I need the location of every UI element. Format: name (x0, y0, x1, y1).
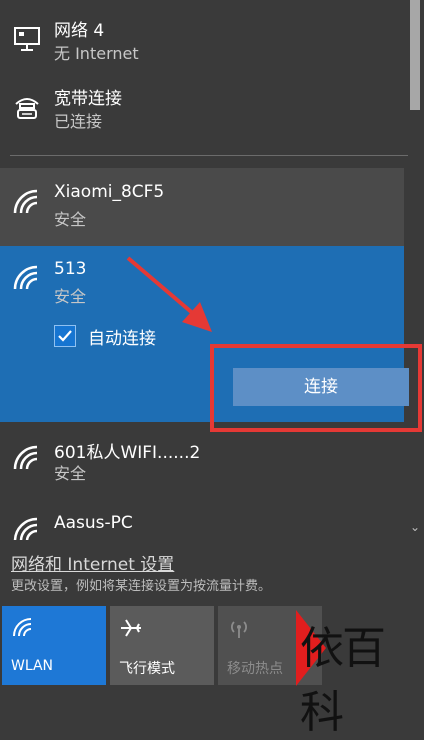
wifi-icon (13, 265, 38, 290)
network-name: 宽带连接 (54, 89, 122, 109)
auto-connect-label: 自动连接 (88, 329, 156, 349)
network-status: 已连接 (54, 112, 103, 131)
checkmark-icon (58, 330, 72, 342)
wifi-icon (13, 517, 38, 540)
wifi-name: Xiaomi_8CF5 (54, 182, 165, 202)
network-item-broadband[interactable]: 宽带连接 已连接 (0, 82, 404, 132)
network-name: 网络 4 (54, 21, 105, 41)
dialup-icon (15, 98, 39, 119)
wifi-status: 安全 (54, 287, 87, 306)
hotspot-icon (231, 621, 247, 638)
network-status: 无 Internet (54, 44, 139, 63)
wifi-icon (13, 618, 32, 637)
scroll-down-icon[interactable]: ⌄ (410, 520, 420, 534)
scrollbar-thumb[interactable] (410, 0, 420, 110)
wifi-item-xiaomi[interactable]: Xiaomi_8CF5 安全 (0, 168, 404, 246)
wifi-name: Aasus-PC (54, 513, 133, 533)
ethernet-icon (14, 27, 40, 51)
wifi-status: 安全 (54, 464, 87, 483)
network-item-ethernet[interactable]: 网络 4 无 Internet (0, 14, 404, 64)
wifi-status: 安全 (54, 210, 87, 229)
network-settings-link[interactable]: 网络和 Internet 设置 (11, 550, 174, 575)
network-flyout: 网络 4 无 Internet 宽带连接 已连接 Xiaomi_8CF5 安全 … (0, 0, 424, 738)
quick-action-airplane[interactable]: 飞行模式 (110, 606, 214, 685)
divider (10, 155, 408, 156)
highlight-box (210, 344, 422, 432)
wifi-icon (13, 189, 38, 214)
tile-label: 移动热点 (227, 661, 283, 677)
tile-label: 飞行模式 (119, 661, 175, 677)
airplane-icon (121, 619, 141, 637)
tile-label: WLAN (11, 658, 54, 674)
network-settings-description: 更改设置，例如将某连接设置为按流量计费。 (11, 579, 272, 594)
watermark-text: 依百科 (300, 623, 386, 738)
wifi-name: 513 (54, 259, 87, 279)
quick-action-wlan[interactable]: WLAN (2, 606, 106, 685)
wifi-item-601[interactable]: 601私人WIFI......2 安全 (0, 432, 404, 492)
wifi-icon (13, 445, 38, 470)
wifi-item-aasus[interactable]: Aasus-PC (0, 506, 404, 540)
auto-connect-checkbox[interactable] (54, 325, 76, 347)
